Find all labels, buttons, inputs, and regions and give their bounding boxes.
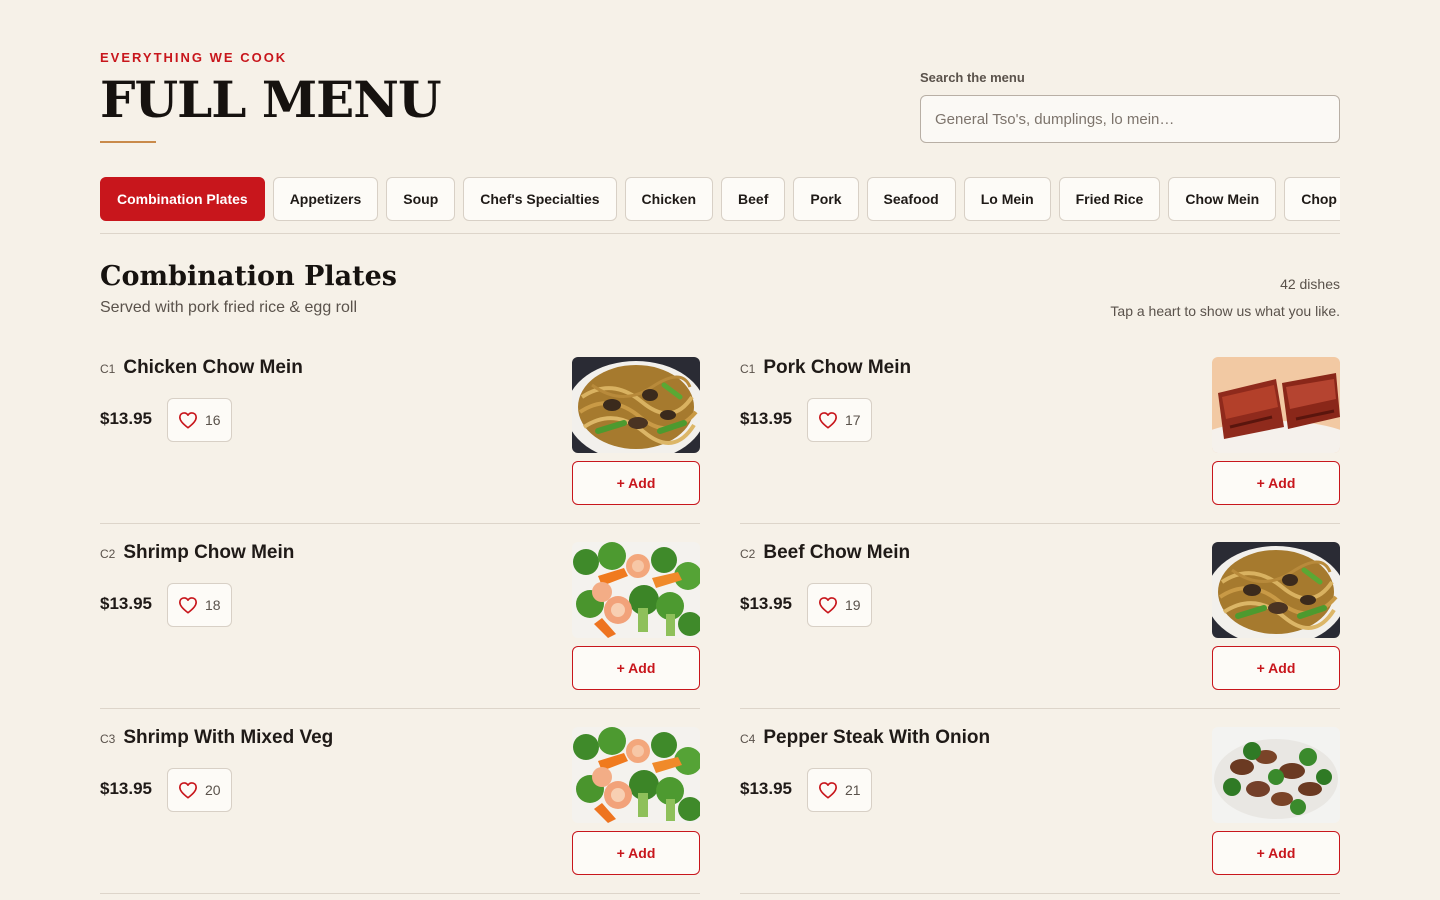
item-price: $13.95 xyxy=(100,779,152,798)
item-price: $13.95 xyxy=(740,779,792,798)
menu-item: C2 Shrimp Chow Mein $13.95 18 + Add xyxy=(100,524,700,709)
item-code: C4 xyxy=(740,732,756,746)
like-button[interactable]: 16 xyxy=(167,398,232,442)
tab-pork[interactable]: Pork xyxy=(793,177,859,221)
like-count: 21 xyxy=(845,782,861,798)
dish-photo xyxy=(572,727,700,823)
menu-item: C3 Shrimp With Mixed Veg $13.95 20 + Add xyxy=(100,709,700,894)
menu-item: C1 Chicken Chow Mein $13.95 16 + Add xyxy=(100,339,700,524)
like-button[interactable]: 21 xyxy=(807,768,872,812)
tab-lo-mein[interactable]: Lo Mein xyxy=(963,177,1051,221)
tab-fried-rice[interactable]: Fried Rice xyxy=(1058,177,1161,221)
heart-icon xyxy=(818,596,838,614)
like-count: 19 xyxy=(845,597,861,613)
heart-icon xyxy=(818,411,838,429)
shrimp-broccoli-photo xyxy=(572,727,700,823)
like-button[interactable]: 18 xyxy=(167,583,232,627)
tab-chefs-specialties[interactable]: Chef's Specialties xyxy=(463,177,617,221)
item-code: C1 xyxy=(740,362,756,376)
item-price: $13.95 xyxy=(740,409,792,428)
menu-item: C1 Pork Chow Mein $13.95 17 + Add xyxy=(740,339,1340,524)
tab-appetizers[interactable]: Appetizers xyxy=(272,177,379,221)
item-name: Shrimp Chow Mein xyxy=(123,542,295,563)
section-title: Combination Plates xyxy=(100,261,397,292)
like-count: 17 xyxy=(845,412,861,428)
add-button[interactable]: + Add xyxy=(1212,831,1340,875)
like-count: 16 xyxy=(205,412,221,428)
item-name: Shrimp With Mixed Veg xyxy=(123,727,334,748)
item-name: Pork Chow Mein xyxy=(763,357,912,378)
add-button[interactable]: + Add xyxy=(1212,646,1340,690)
item-price: $13.95 xyxy=(100,409,152,428)
tab-seafood[interactable]: Seafood xyxy=(866,177,956,221)
tab-chop-suey[interactable]: Chop Suey xyxy=(1284,177,1340,221)
item-price: $13.95 xyxy=(740,594,792,613)
category-tabs: Combination Plates Appetizers Soup Chef'… xyxy=(100,177,1340,221)
item-code: C1 xyxy=(100,362,116,376)
heart-icon xyxy=(818,781,838,799)
item-name: Pepper Steak With Onion xyxy=(763,727,991,748)
dish-photo xyxy=(572,542,700,638)
item-name: Chicken Chow Mein xyxy=(123,357,303,378)
tab-combination-plates[interactable]: Combination Plates xyxy=(100,177,265,221)
like-button[interactable]: 20 xyxy=(167,768,232,812)
menu-item: C4 Pepper Steak With Onion $13.95 21 + A… xyxy=(740,709,1340,894)
dish-photo xyxy=(1212,727,1340,823)
add-button[interactable]: + Add xyxy=(572,461,700,505)
like-button[interactable]: 19 xyxy=(807,583,872,627)
like-count: 20 xyxy=(205,782,221,798)
add-button[interactable]: + Add xyxy=(572,646,700,690)
beef-broccoli-photo xyxy=(1212,727,1340,823)
dish-count: 42 dishes xyxy=(1280,276,1340,292)
tabs-divider xyxy=(100,233,1340,234)
tab-chicken[interactable]: Chicken xyxy=(624,177,714,221)
add-button[interactable]: + Add xyxy=(572,831,700,875)
tab-chow-mein[interactable]: Chow Mein xyxy=(1168,177,1277,221)
add-button[interactable]: + Add xyxy=(1212,461,1340,505)
item-price: $13.95 xyxy=(100,594,152,613)
heart-icon xyxy=(178,411,198,429)
noodles-photo xyxy=(1212,542,1340,638)
spare-ribs-photo xyxy=(1212,357,1340,453)
section-subtitle: Served with pork fried rice & egg roll xyxy=(100,299,357,316)
dish-photo xyxy=(1212,357,1340,453)
search-label: Search the menu xyxy=(920,70,1025,85)
like-hint: Tap a heart to show us what you like. xyxy=(1110,303,1340,319)
eyebrow-label: EVERYTHING WE COOK xyxy=(100,50,288,65)
tab-beef[interactable]: Beef xyxy=(721,177,786,221)
like-button[interactable]: 17 xyxy=(807,398,872,442)
item-code: C3 xyxy=(100,732,116,746)
like-count: 18 xyxy=(205,597,221,613)
tab-soup[interactable]: Soup xyxy=(386,177,456,221)
search-input[interactable] xyxy=(920,95,1340,143)
noodles-photo xyxy=(572,357,700,453)
heart-icon xyxy=(178,596,198,614)
menu-grid: C1 Chicken Chow Mein $13.95 16 + Add C1 … xyxy=(100,339,1340,894)
item-code: C2 xyxy=(100,547,116,561)
dish-photo xyxy=(572,357,700,453)
shrimp-broccoli-photo xyxy=(572,542,700,638)
page-title: FULL MENU xyxy=(100,70,442,129)
item-name: Beef Chow Mein xyxy=(763,542,911,563)
item-code: C2 xyxy=(740,547,756,561)
menu-item: C2 Beef Chow Mein $13.95 19 + Add xyxy=(740,524,1340,709)
dish-photo xyxy=(1212,542,1340,638)
title-underline xyxy=(100,141,156,143)
heart-icon xyxy=(178,781,198,799)
